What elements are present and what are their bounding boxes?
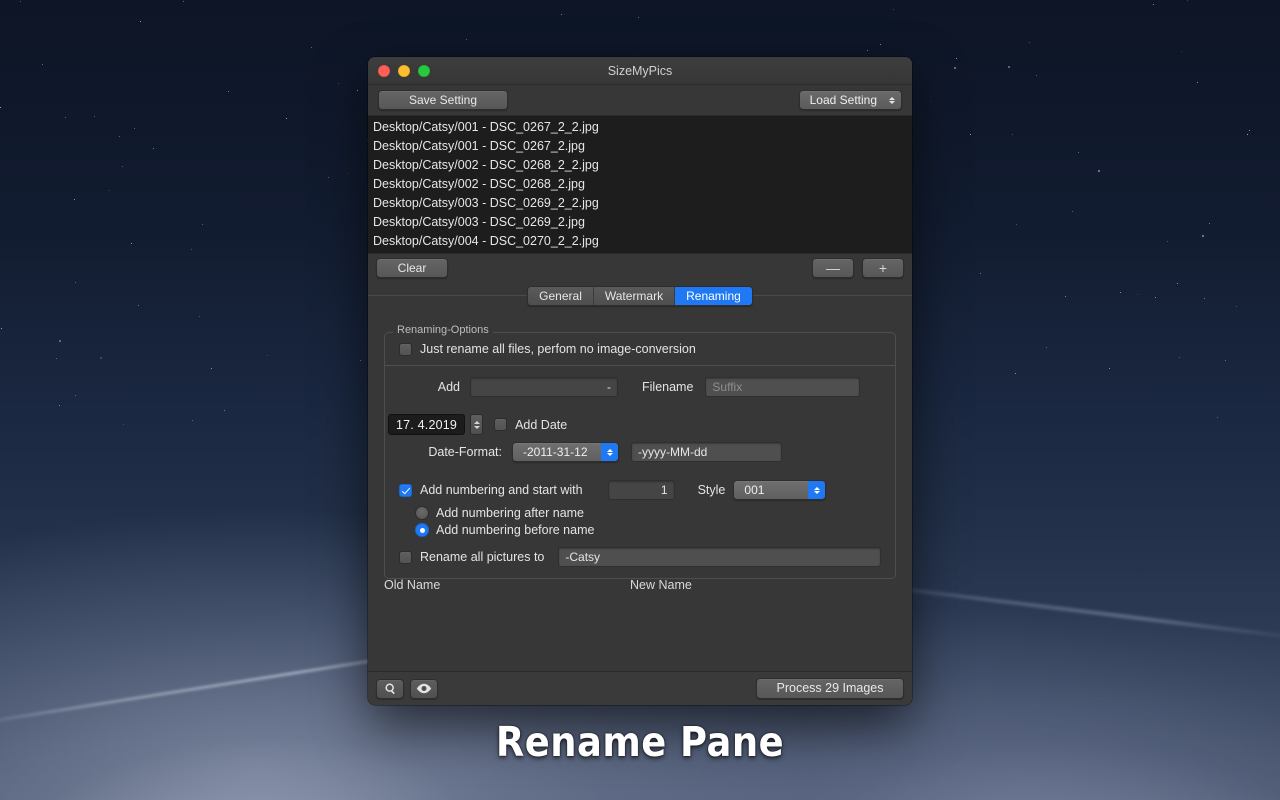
traffic-lights <box>378 64 430 77</box>
renaming-pane: Renaming-Options Just rename all files, … <box>368 310 912 671</box>
list-item[interactable]: Desktop/Catsy/003 - DSC_0269_2_2.jpg <box>368 194 912 213</box>
date-format-row: Date-Format: -2011-31-12 -yyyy-MM-dd <box>385 435 895 462</box>
add-filename-row: Add - Filename Suffix <box>385 366 895 408</box>
new-name-header: New Name <box>630 578 692 592</box>
magnifier-icon <box>384 683 395 695</box>
tab-group: General Watermark Renaming <box>527 286 753 306</box>
date-stepper[interactable] <box>470 414 484 435</box>
numbering-before-label: Add numbering before name <box>436 523 595 537</box>
numbering-after-row: Add numbering after name <box>385 500 895 520</box>
add-date-checkbox[interactable] <box>494 418 508 431</box>
load-setting-popup[interactable]: Load Setting <box>798 90 902 110</box>
eye-icon <box>416 683 432 694</box>
list-item[interactable]: Desktop/Catsy/001 - DSC_0267_2_2.jpg <box>368 118 912 137</box>
settings-bar: Save Setting Load Setting <box>368 85 912 115</box>
window-title: SizeMyPics <box>607 63 673 78</box>
just-rename-label: Just rename all files, perfom no image-c… <box>420 342 696 356</box>
date-format-popup[interactable]: -2011-31-12 <box>512 442 619 462</box>
style-label: Style <box>697 483 726 497</box>
zoom-button[interactable] <box>418 64 430 77</box>
group-title: Renaming-Options <box>393 324 493 336</box>
list-item[interactable]: Desktop/Catsy/002 - DSC_0268_2_2.jpg <box>368 156 912 175</box>
process-images-button[interactable]: Process 29 Images <box>756 678 904 699</box>
date-format-label: Date-Format: <box>428 445 502 459</box>
just-rename-checkbox[interactable] <box>399 342 412 356</box>
clear-button[interactable]: Clear <box>376 258 448 278</box>
footer-icon-group <box>376 678 438 699</box>
just-rename-row: Just rename all files, perfom no image-c… <box>385 333 895 365</box>
tab-watermark[interactable]: Watermark <box>593 287 676 305</box>
add-numbering-checkbox[interactable] <box>399 483 412 497</box>
search-button[interactable] <box>376 678 404 699</box>
add-input[interactable]: - <box>470 377 618 397</box>
add-file-button[interactable]: + <box>862 258 904 278</box>
tab-general[interactable]: General <box>528 287 594 305</box>
old-name-header: Old Name <box>384 578 441 592</box>
chevron-updown-icon <box>889 91 895 109</box>
rename-all-checkbox[interactable] <box>399 550 412 564</box>
suffix-input[interactable]: Suffix <box>705 377 861 397</box>
desktop-wallpaper: SizeMyPics Save Setting Load Setting Des… <box>0 0 1280 800</box>
load-setting-label: Load Setting <box>809 93 877 107</box>
window-footer: Process 29 Images <box>368 671 912 705</box>
add-remove-group: — + <box>812 258 904 278</box>
date-input[interactable]: 17. 4.2019 <box>388 414 466 435</box>
date-pattern-input[interactable]: -yyyy-MM-dd <box>631 442 782 462</box>
numbering-row: Add numbering and start with 1 Style 001 <box>385 462 895 500</box>
remove-file-button[interactable]: — <box>812 258 854 278</box>
list-item[interactable]: Desktop/Catsy/001 - DSC_0267_2.jpg <box>368 137 912 156</box>
tab-bar: General Watermark Renaming <box>368 282 912 310</box>
add-date-label: Add Date <box>515 417 568 432</box>
rename-all-row: Rename all pictures to -Catsy <box>385 537 895 578</box>
file-list[interactable]: Desktop/Catsy/001 - DSC_0267_2_2.jpg Des… <box>368 115 912 254</box>
style-value: 001 <box>744 483 765 497</box>
minus-icon: — <box>826 260 840 276</box>
name-columns-header: Old Name New Name <box>384 578 896 592</box>
app-window: SizeMyPics Save Setting Load Setting Des… <box>368 57 912 705</box>
filename-label: Filename <box>642 380 694 394</box>
numbering-before-row: Add numbering before name <box>385 520 895 537</box>
list-toolbar: Clear — + <box>368 254 912 282</box>
numbering-before-radio[interactable] <box>415 523 429 537</box>
date-format-value: -2011-31-12 <box>523 445 588 459</box>
list-item[interactable]: Desktop/Catsy/004 - DSC_0270_2_2.jpg <box>368 232 912 251</box>
add-numbering-label: Add numbering and start with <box>420 483 583 497</box>
save-setting-button[interactable]: Save Setting <box>378 90 508 110</box>
rename-all-input[interactable]: -Catsy <box>558 547 881 567</box>
minimize-button[interactable] <box>398 64 410 77</box>
close-button[interactable] <box>378 64 390 77</box>
preview-button[interactable] <box>410 678 438 699</box>
chevron-updown-icon <box>601 443 618 461</box>
numbering-after-radio[interactable] <box>415 506 429 520</box>
add-label: Add <box>437 380 460 394</box>
style-popup[interactable]: 001 <box>733 480 827 500</box>
renaming-options-group: Renaming-Options Just rename all files, … <box>384 324 896 579</box>
list-item[interactable]: Desktop/Catsy/003 - DSC_0269_2.jpg <box>368 213 912 232</box>
numbering-after-label: Add numbering after name <box>436 506 585 520</box>
tab-renaming[interactable]: Renaming <box>675 287 752 305</box>
date-row: 17. 4.2019 Add Date <box>385 408 895 435</box>
list-item[interactable]: Desktop/Catsy/002 - DSC_0268_2.jpg <box>368 175 912 194</box>
plus-icon: + <box>878 260 888 276</box>
rename-all-label: Rename all pictures to <box>420 550 545 564</box>
caption-text: Rename Pane <box>495 718 785 766</box>
numbering-start-input[interactable]: 1 <box>607 480 675 500</box>
window-titlebar[interactable]: SizeMyPics <box>368 57 912 85</box>
chevron-updown-icon <box>808 481 826 499</box>
